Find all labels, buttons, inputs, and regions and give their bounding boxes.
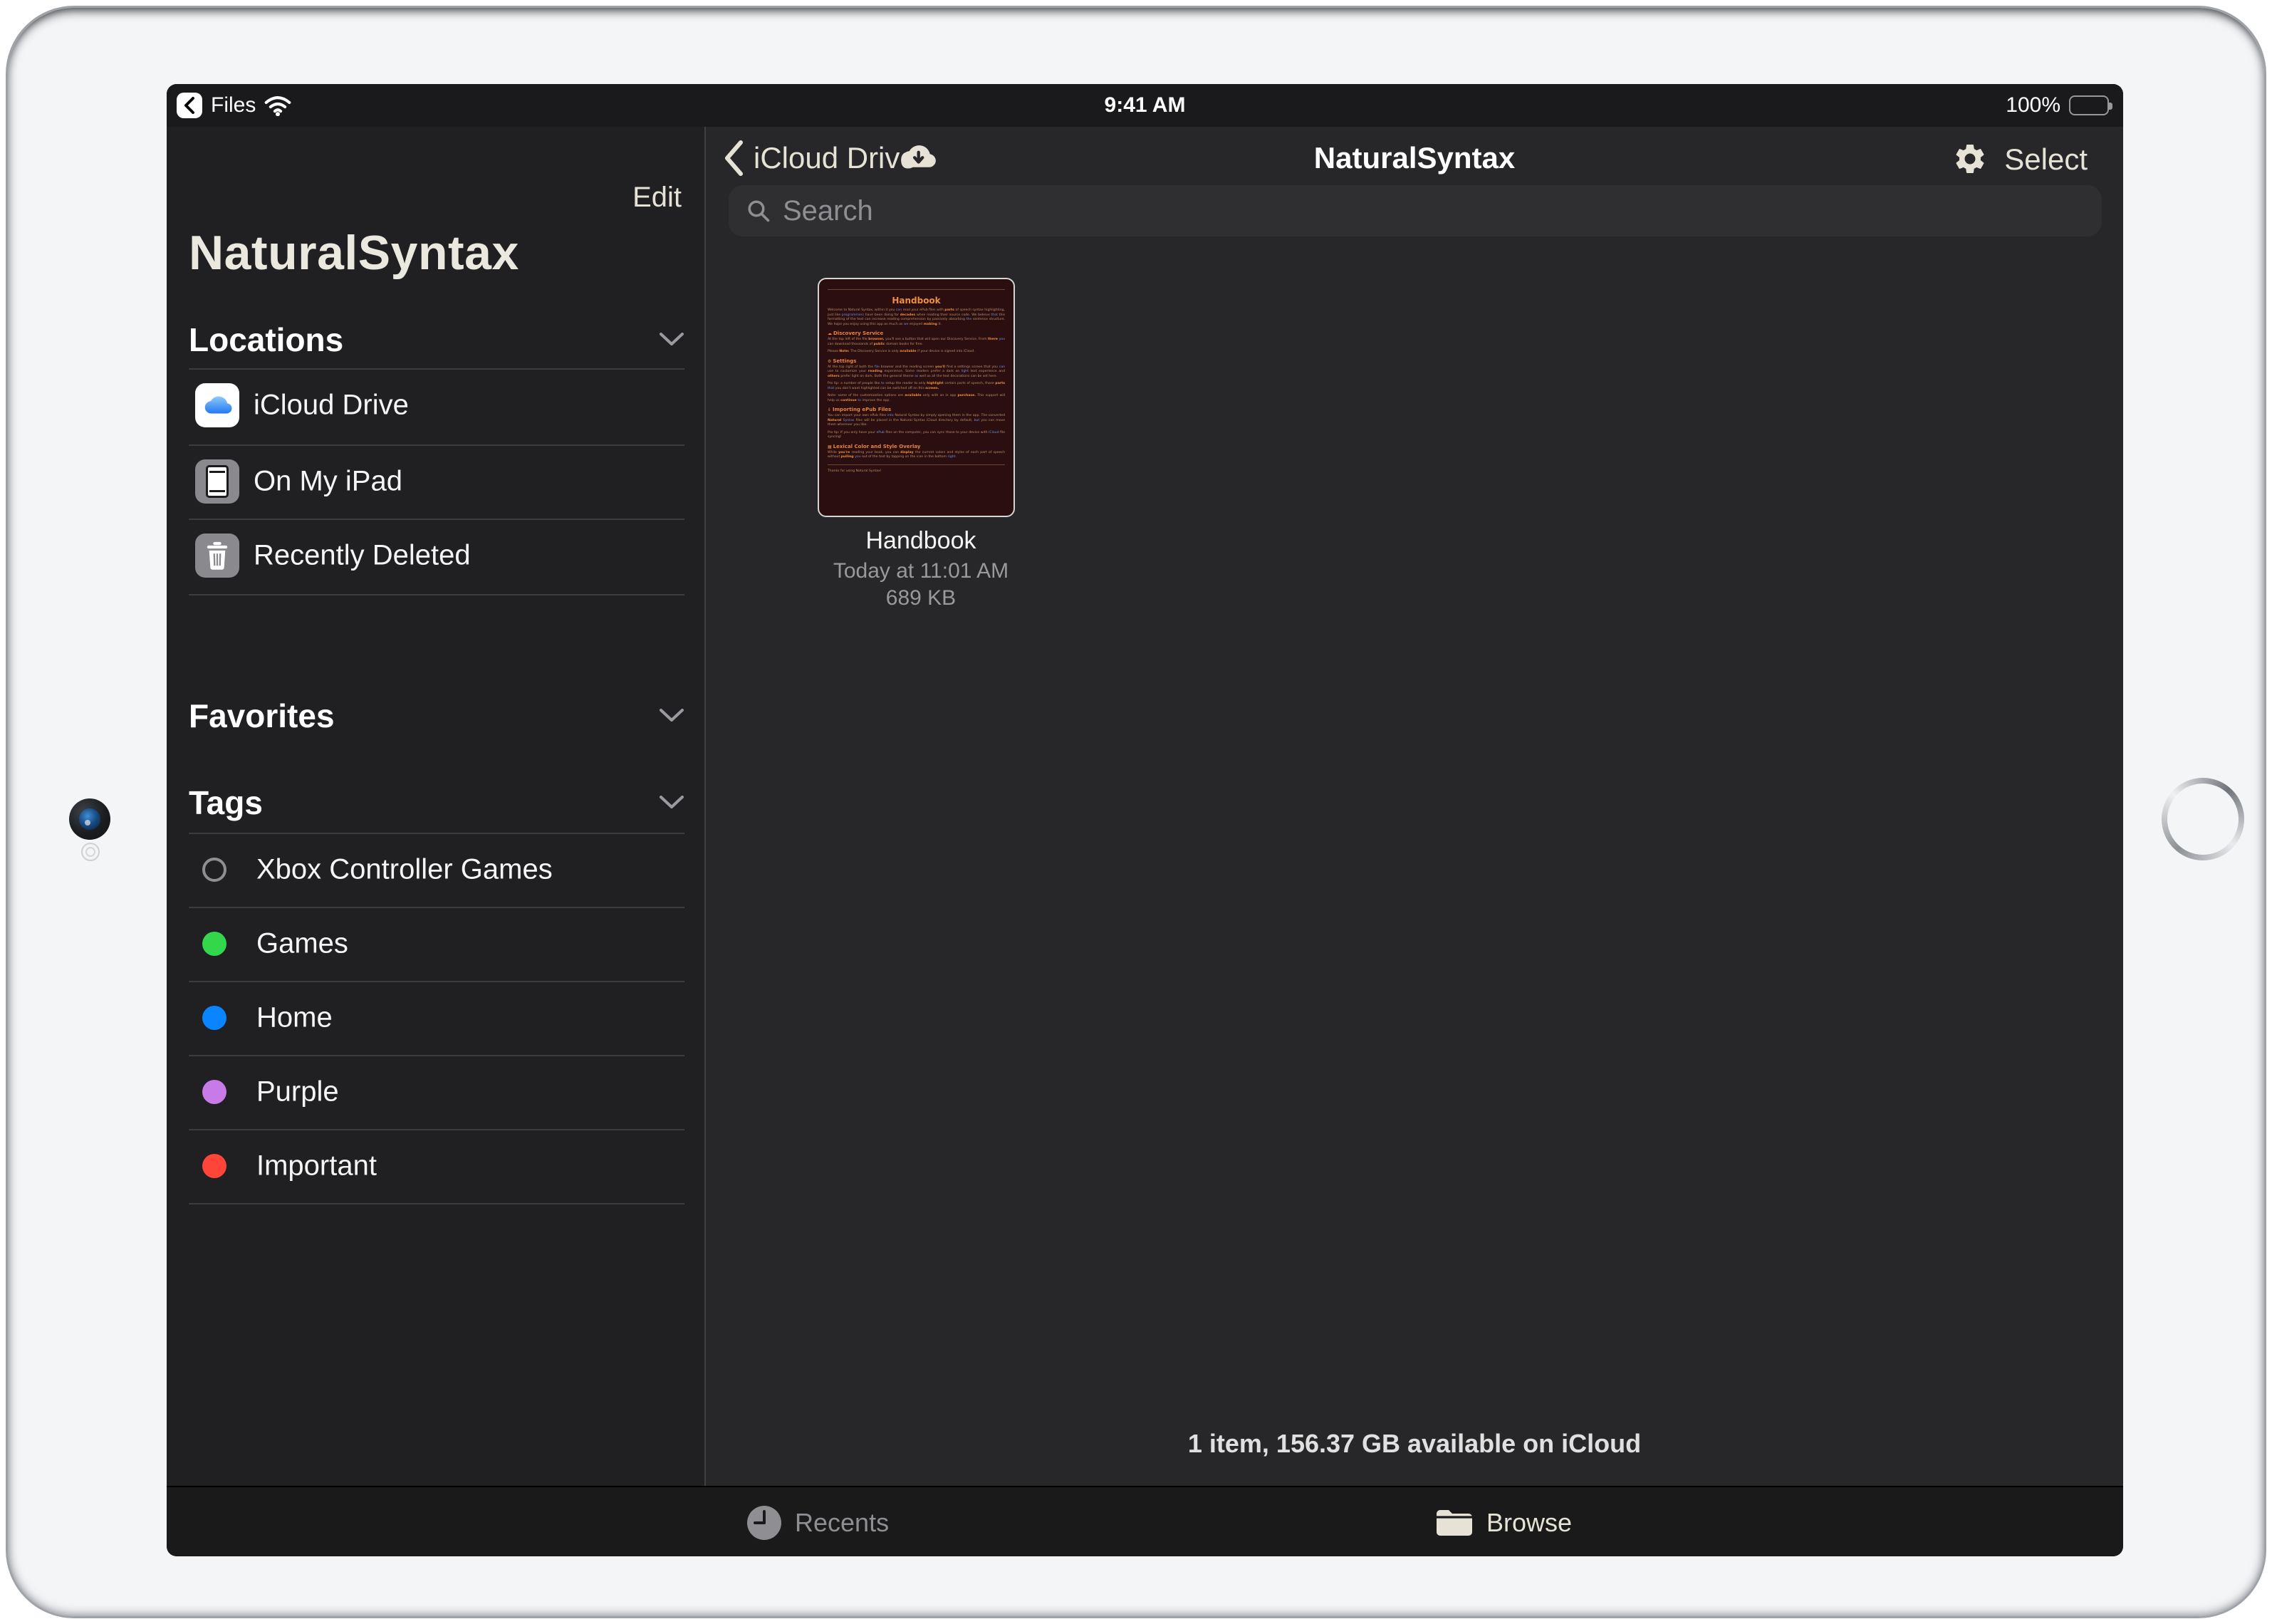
clock-icon xyxy=(746,1505,782,1541)
chevron-left-icon xyxy=(724,140,744,177)
search-input[interactable] xyxy=(783,195,2085,227)
sidebar-item-tag-home[interactable]: Home xyxy=(167,981,704,1055)
preview-title: Handbook xyxy=(828,296,1005,306)
trash-icon xyxy=(195,533,239,578)
preview-closing: Thanks for using Natural Syntax! xyxy=(828,469,1005,473)
preview-heading: ⚙Settings xyxy=(828,358,1005,364)
search-bar[interactable] xyxy=(729,185,2102,236)
icloud-drive-icon xyxy=(195,383,239,427)
sidebar-item-on-my-ipad[interactable]: On My iPad xyxy=(167,444,704,519)
tag-dot-icon xyxy=(202,1080,226,1104)
file-item-handbook[interactable]: Handbook Welcome to Natural Syntax, with… xyxy=(818,278,1024,610)
tab-browse[interactable]: Browse xyxy=(1435,1487,1572,1556)
sidebar-item-recently-deleted[interactable]: Recently Deleted xyxy=(167,519,704,593)
chevron-down-icon xyxy=(659,332,684,348)
cloud-download-icon[interactable] xyxy=(897,142,938,172)
tab-bar: Recents Browse xyxy=(167,1486,2123,1556)
edit-button[interactable]: Edit xyxy=(632,182,682,214)
section-header-tags[interactable]: Tags xyxy=(189,784,684,822)
status-app-label: Files xyxy=(211,93,256,118)
file-name: Handbook xyxy=(818,527,1024,555)
sidebar-item-tag-important[interactable]: Important xyxy=(167,1129,704,1203)
preview-heading: ▦Lexical Color and Style Overlay xyxy=(828,444,1005,449)
file-modified: Today at 11:01 AM xyxy=(818,559,1024,583)
stage: Files 9:41 AM 100% xyxy=(0,0,2272,1624)
section-header-favorites[interactable]: Favorites xyxy=(189,697,684,735)
status-bar: Files 9:41 AM 100% xyxy=(167,84,2123,127)
sidebar-app-title: NaturalSyntax xyxy=(189,225,519,281)
tag-dot-icon xyxy=(202,932,226,956)
nav-back-button[interactable]: iCloud Drive xyxy=(724,137,917,179)
ipad-icon xyxy=(195,459,239,504)
battery-percent: 100% xyxy=(2006,93,2060,118)
main-pane: iCloud Drive NaturalSyntax Select xyxy=(706,127,2123,1486)
gear-icon: ⚙ xyxy=(828,359,831,364)
preview-heading: ⇩Importing ePub Files xyxy=(828,407,1005,412)
sidebar: Edit NaturalSyntax Locations xyxy=(167,127,704,1486)
section-header-locations[interactable]: Locations xyxy=(189,321,684,359)
status-battery-group: 100% xyxy=(2006,84,2109,127)
gear-icon[interactable] xyxy=(1952,141,1988,177)
front-camera xyxy=(69,798,110,840)
home-button xyxy=(2162,778,2244,860)
search-icon xyxy=(746,198,771,224)
tag-dot-icon xyxy=(202,1006,226,1030)
folder-icon xyxy=(1435,1507,1474,1539)
chevron-down-icon xyxy=(659,708,684,724)
preview-heading: ☁Discovery Service xyxy=(828,330,1005,336)
ipad-device-frame: Files 9:41 AM 100% xyxy=(6,6,2266,1618)
sidebar-item-icloud-drive[interactable]: iCloud Drive xyxy=(167,368,704,442)
sidebar-item-tag-games[interactable]: Games xyxy=(167,907,704,981)
back-to-app-badge-icon xyxy=(177,93,202,118)
ambient-light-sensor xyxy=(81,843,100,861)
chevron-down-icon xyxy=(659,795,684,811)
select-button[interactable]: Select xyxy=(2004,142,2088,177)
screen: Files 9:41 AM 100% xyxy=(167,84,2123,1556)
file-size: 689 KB xyxy=(818,586,1024,610)
sidebar-item-tag-xbox-controller-games[interactable]: Xbox Controller Games xyxy=(167,833,704,907)
tab-recents[interactable]: Recents xyxy=(746,1487,889,1556)
back-to-app-button[interactable]: Files xyxy=(177,84,291,127)
storage-summary: 1 item, 156.37 GB available on iCloud xyxy=(706,1429,2123,1459)
status-time: 9:41 AM xyxy=(167,84,2123,127)
wifi-icon xyxy=(264,95,291,116)
preview-paragraph: Welcome to Natural Syntax, within it you… xyxy=(828,308,1005,327)
import-icon: ⇩ xyxy=(828,407,831,412)
tag-dot-icon xyxy=(202,1154,226,1178)
file-thumbnail: Handbook Welcome to Natural Syntax, with… xyxy=(818,278,1015,517)
sidebar-item-tag-purple[interactable]: Purple xyxy=(167,1055,704,1129)
tag-ring-icon xyxy=(202,858,226,882)
overlay-icon: ▦ xyxy=(828,444,832,449)
battery-icon xyxy=(2069,95,2109,115)
cloud-icon: ☁ xyxy=(828,331,832,336)
